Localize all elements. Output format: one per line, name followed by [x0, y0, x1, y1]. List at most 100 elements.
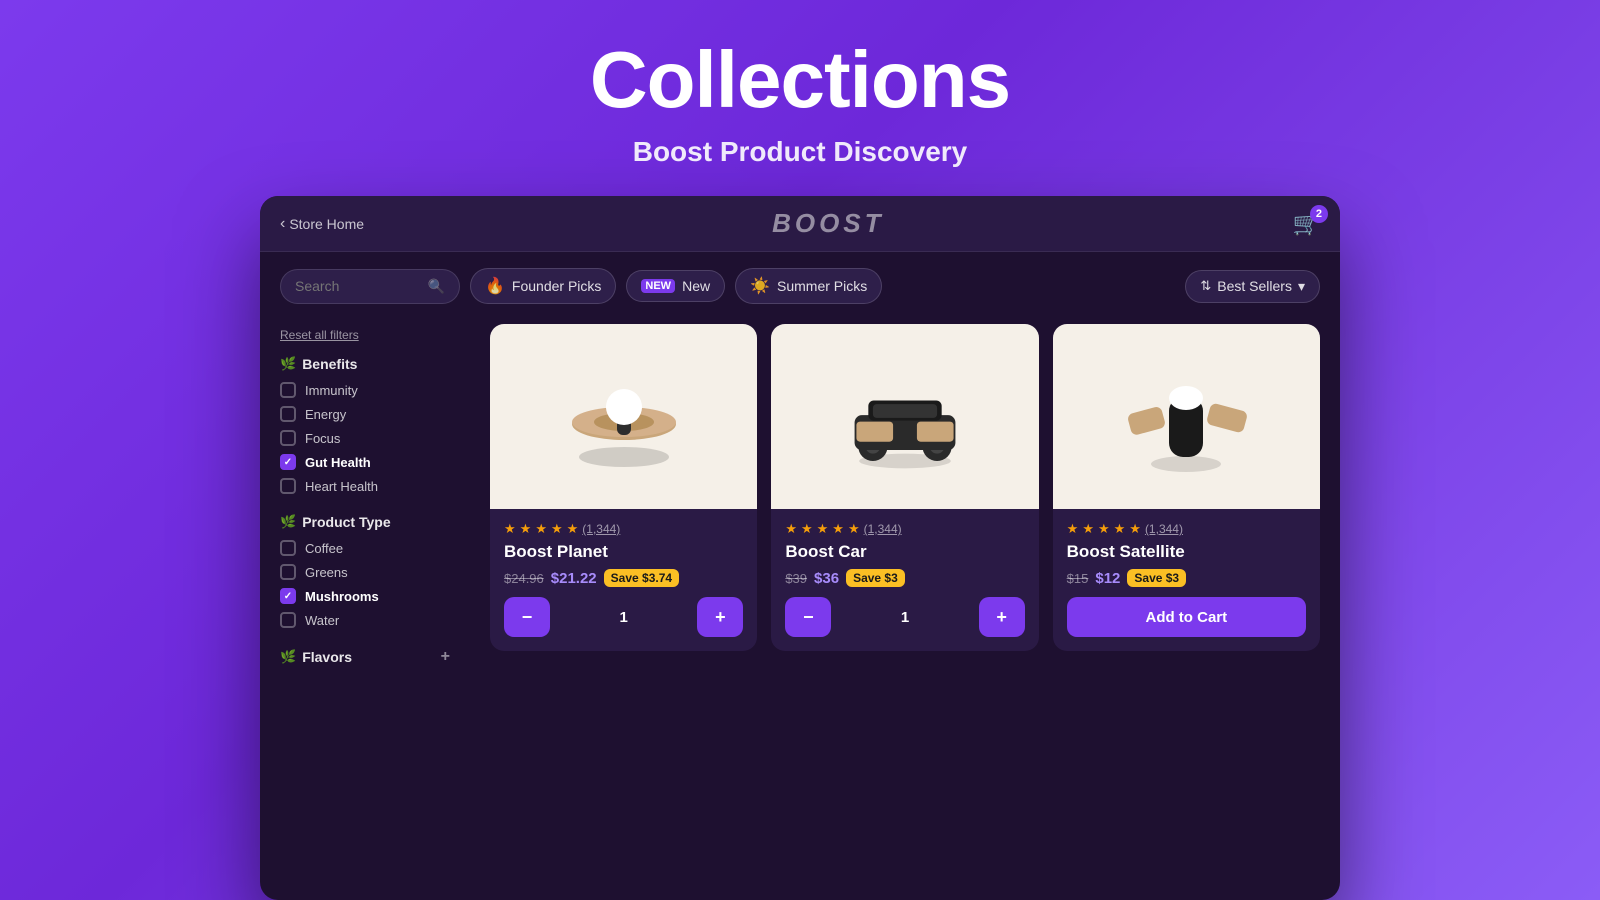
- filter-item-gut-health[interactable]: ✓ Gut Health: [280, 454, 450, 470]
- back-link[interactable]: ‹ Store Home: [280, 215, 364, 233]
- save-badge-boost-satellite: Save $3: [1127, 569, 1186, 587]
- chip-new[interactable]: NEW New: [626, 270, 725, 302]
- star-3: ★: [1098, 521, 1110, 537]
- mushrooms-checkbox[interactable]: ✓: [280, 588, 296, 604]
- water-label: Water: [305, 613, 339, 628]
- product-card-boost-planet: ★ ★ ★ ★ ★ (1,344) Boost Planet $24.96 $2…: [490, 324, 757, 651]
- increase-qty-boost-planet[interactable]: +: [697, 597, 743, 637]
- price-row-boost-planet: $24.96 $21.22 Save $3.74: [504, 569, 743, 587]
- coffee-label: Coffee: [305, 541, 343, 556]
- star-3: ★: [817, 521, 829, 537]
- cart-button[interactable]: 🛒 2: [1293, 211, 1320, 237]
- filter-bar: 🔍 🔥 Founder Picks NEW New ☀️ Summer Pick…: [260, 252, 1340, 320]
- coffee-checkbox[interactable]: [280, 540, 296, 556]
- review-count-boost-car[interactable]: (1,344): [864, 522, 902, 536]
- filter-item-energy[interactable]: Energy: [280, 406, 450, 422]
- top-nav: ‹ Store Home BOOST 🛒 2: [260, 196, 1340, 252]
- sort-icon: ⇅: [1200, 278, 1211, 294]
- chip-founder-picks[interactable]: 🔥 Founder Picks: [470, 268, 616, 304]
- filter-item-greens[interactable]: Greens: [280, 564, 450, 580]
- products-grid: ★ ★ ★ ★ ★ (1,344) Boost Planet $24.96 $2…: [470, 320, 1340, 900]
- founder-picks-icon: 🔥: [485, 276, 505, 296]
- greens-label: Greens: [305, 565, 348, 580]
- product-type-label: Product Type: [302, 514, 390, 530]
- focus-checkbox[interactable]: [280, 430, 296, 446]
- focus-label: Focus: [305, 431, 340, 446]
- search-box[interactable]: 🔍: [280, 269, 460, 304]
- star-2: ★: [520, 521, 532, 537]
- filter-item-heart-health[interactable]: Heart Health: [280, 478, 450, 494]
- sale-price-boost-satellite: $12: [1095, 570, 1120, 587]
- flavors-add-button[interactable]: +: [441, 648, 450, 666]
- original-price-boost-satellite: $15: [1067, 571, 1089, 586]
- product-card-boost-satellite: ★ ★ ★ ★ ★ (1,344) Boost Satellite $15 $1…: [1053, 324, 1320, 651]
- product-info-boost-planet: ★ ★ ★ ★ ★ (1,344) Boost Planet $24.96 $2…: [490, 509, 757, 651]
- filter-item-focus[interactable]: Focus: [280, 430, 450, 446]
- star-1: ★: [785, 521, 797, 537]
- qty-display-boost-car: 1: [831, 609, 978, 626]
- heart-health-checkbox[interactable]: [280, 478, 296, 494]
- cart-badge: 2: [1310, 205, 1328, 223]
- immunity-checkbox[interactable]: [280, 382, 296, 398]
- star-5: ★: [1129, 521, 1141, 537]
- qty-display-boost-planet: 1: [550, 609, 697, 626]
- product-type-icon: 🌿: [280, 514, 296, 530]
- decrease-qty-boost-planet[interactable]: −: [504, 597, 550, 637]
- reset-filters-link[interactable]: Reset all filters: [280, 328, 450, 342]
- product-type-section-title: 🌿 Product Type: [280, 514, 450, 530]
- gut-health-checkbox[interactable]: ✓: [280, 454, 296, 470]
- main-content: Reset all filters 🌿 Benefits Immunity En…: [260, 320, 1340, 900]
- star-4: ★: [1114, 521, 1126, 537]
- add-to-cart-button-boost-satellite[interactable]: Add to Cart: [1067, 597, 1306, 637]
- brand-logo: BOOST: [772, 208, 884, 239]
- review-count-boost-planet[interactable]: (1,344): [582, 522, 620, 536]
- water-checkbox[interactable]: [280, 612, 296, 628]
- chevron-down-icon: ▾: [1298, 278, 1305, 295]
- original-price-boost-planet: $24.96: [504, 571, 544, 586]
- review-count-boost-satellite[interactable]: (1,344): [1145, 522, 1183, 536]
- filter-item-water[interactable]: Water: [280, 612, 450, 628]
- save-badge-boost-planet: Save $3.74: [604, 569, 679, 587]
- increase-qty-boost-car[interactable]: +: [979, 597, 1025, 637]
- sale-price-boost-planet: $21.22: [551, 570, 597, 587]
- back-label: Store Home: [289, 216, 364, 232]
- boost-car-image: [835, 362, 975, 472]
- sort-label: Best Sellers: [1217, 278, 1292, 294]
- new-icon: NEW: [641, 279, 675, 293]
- star-3: ★: [535, 521, 547, 537]
- energy-checkbox[interactable]: [280, 406, 296, 422]
- boost-planet-image: [559, 352, 689, 482]
- filter-item-immunity[interactable]: Immunity: [280, 382, 450, 398]
- sidebar: Reset all filters 🌿 Benefits Immunity En…: [260, 320, 470, 900]
- summer-picks-icon: ☀️: [750, 276, 770, 296]
- star-4: ★: [832, 521, 844, 537]
- filter-item-coffee[interactable]: Coffee: [280, 540, 450, 556]
- chip-summer-picks-label: Summer Picks: [777, 278, 867, 294]
- decrease-qty-boost-car[interactable]: −: [785, 597, 831, 637]
- star-4: ★: [551, 521, 563, 537]
- flavors-icon: 🌿: [280, 649, 296, 665]
- chip-founder-picks-label: Founder Picks: [512, 278, 601, 294]
- filter-item-mushrooms[interactable]: ✓ Mushrooms: [280, 588, 450, 604]
- product-name-boost-car: Boost Car: [785, 542, 1024, 562]
- original-price-boost-car: $39: [785, 571, 807, 586]
- stars-row-boost-planet: ★ ★ ★ ★ ★ (1,344): [504, 521, 743, 537]
- chip-new-label: New: [682, 278, 710, 294]
- benefits-section-title: 🌿 Benefits: [280, 356, 450, 372]
- product-image-boost-planet: [490, 324, 757, 509]
- price-row-boost-satellite: $15 $12 Save $3: [1067, 569, 1306, 587]
- qty-row-boost-planet: − 1 +: [504, 597, 743, 637]
- sort-button[interactable]: ⇅ Best Sellers ▾: [1185, 270, 1320, 303]
- chip-summer-picks[interactable]: ☀️ Summer Picks: [735, 268, 882, 304]
- search-icon: 🔍: [428, 278, 445, 295]
- benefits-icon: 🌿: [280, 356, 296, 372]
- gut-health-label: Gut Health: [305, 455, 371, 470]
- greens-checkbox[interactable]: [280, 564, 296, 580]
- product-name-boost-planet: Boost Planet: [504, 542, 743, 562]
- product-info-boost-satellite: ★ ★ ★ ★ ★ (1,344) Boost Satellite $15 $1…: [1053, 509, 1320, 651]
- heart-health-label: Heart Health: [305, 479, 378, 494]
- back-chevron-icon: ‹: [280, 215, 285, 233]
- sale-price-boost-car: $36: [814, 570, 839, 587]
- search-input[interactable]: [295, 278, 420, 294]
- star-1: ★: [504, 521, 516, 537]
